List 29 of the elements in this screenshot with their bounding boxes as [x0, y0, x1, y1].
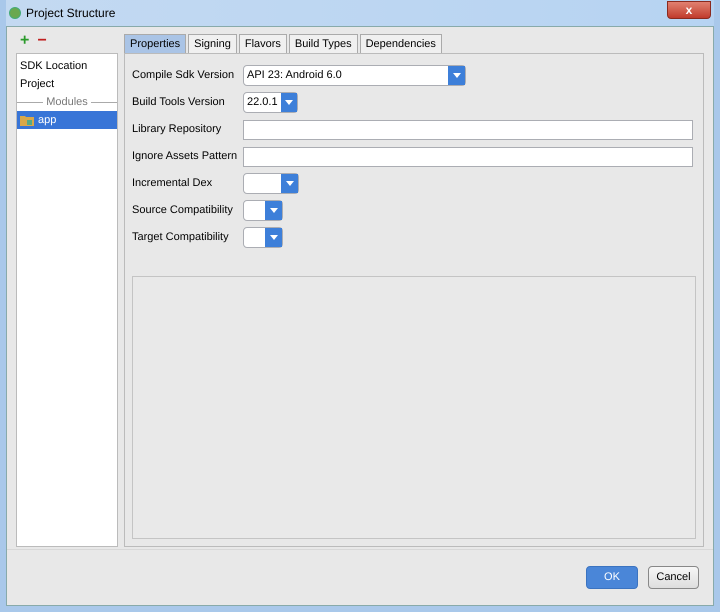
field-label: Ignore Assets Pattern — [132, 149, 238, 164]
field-label: Source Compatibility — [132, 203, 234, 218]
sidebar-item[interactable]: SDK Location — [17, 57, 117, 75]
dropdown[interactable]: API 23: Android 6.0 — [243, 65, 466, 86]
field-label: Compile Sdk Version — [132, 68, 236, 84]
ok-button[interactable]: OK — [586, 566, 638, 589]
tab[interactable]: Properties — [124, 34, 186, 53]
folder-icon — [20, 114, 34, 126]
tab[interactable]: Dependencies — [360, 34, 442, 53]
tab[interactable]: Build Types — [288, 34, 358, 53]
close-button[interactable]: x — [667, 1, 711, 19]
tab[interactable]: Flavors — [238, 34, 287, 53]
field-label: Incremental Dex — [132, 176, 214, 192]
window-title: Project Structure — [26, 5, 116, 22]
dropdown[interactable] — [243, 200, 283, 221]
remove-button[interactable]: − — [37, 33, 47, 49]
text-field[interactable] — [243, 146, 693, 166]
field-label: Build Tools Version — [132, 95, 226, 110]
tab[interactable]: Signing — [188, 34, 237, 53]
dropdown[interactable]: 22.0.1 — [243, 92, 298, 113]
module-item[interactable]: app — [17, 111, 117, 129]
field-label: Target Compatibility — [132, 230, 230, 246]
dropdown[interactable] — [243, 173, 299, 194]
sidebar-item[interactable]: Project — [17, 75, 117, 93]
dropdown[interactable] — [243, 227, 283, 248]
cancel-button[interactable]: Cancel — [648, 566, 699, 589]
section-header: Modules — [46, 94, 88, 110]
field-label: Library Repository — [132, 122, 222, 138]
text-field[interactable] — [243, 120, 693, 140]
